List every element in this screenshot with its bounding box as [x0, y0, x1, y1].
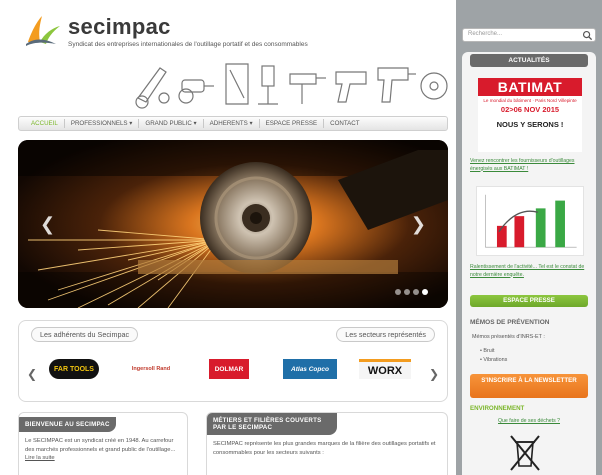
nav-professionnels[interactable]: PROFESSIONNELS ▾ [65, 120, 139, 127]
careers-title: MÉTIERS ET FILIÈRES COUVERTS PAR LE SECI… [207, 413, 337, 435]
members-carousel: Les adhérents du Secimpac Les secteurs r… [18, 320, 448, 402]
batimat-link[interactable]: Venez rencontrer les fournisseurs d'outi… [470, 158, 588, 173]
logo-worx[interactable]: WORX [359, 359, 411, 379]
logo-ingersoll-rand[interactable]: Ingersoll Rand [123, 359, 179, 379]
newsletter-button[interactable]: S'INSCRIRE À LA NEWSLETTER [470, 374, 588, 398]
prevention-item-bruit[interactable]: • Bruit [480, 347, 494, 355]
activity-link[interactable]: Ralentissement de l'activité... Tel est … [470, 264, 588, 279]
activity-chart-thumbnail[interactable] [476, 186, 584, 256]
slider-dot[interactable] [404, 289, 410, 295]
chainsaw-icon [225, 63, 249, 105]
cordless-drill-icon [377, 67, 416, 103]
tab-secteurs[interactable]: Les secteurs représentés [336, 327, 435, 342]
news-heading: ACTUALITÉS [470, 54, 588, 67]
carousel-prev-button[interactable]: ❮ [27, 367, 37, 381]
slider-dot[interactable] [413, 289, 419, 295]
welcome-box: BIENVENUE AU SECIMPAC Le SECIMPAC est un… [18, 412, 188, 475]
logo-far-tools[interactable]: FAR TOOLS [49, 359, 99, 379]
nav-espace-presse[interactable]: ESPACE PRESSE [260, 120, 323, 127]
main-nav: ACCUEIL PROFESSIONNELS ▾ GRAND PUBLIC ▾ … [18, 116, 448, 131]
grinder-sparks-image [18, 140, 448, 308]
press-button[interactable]: ESPACE PRESSE [470, 295, 588, 307]
prevention-intro: Mémos présentés d'INRS-ET : [472, 334, 545, 340]
prevention-item-vibrations[interactable]: • Vibrations [480, 356, 507, 364]
hero-slider[interactable]: ❮ ❯ [18, 140, 448, 308]
slider-prev-button[interactable]: ❮ [40, 214, 55, 235]
welcome-read-more-link[interactable]: Lire la suite [25, 455, 55, 461]
slider-next-button[interactable]: ❯ [411, 214, 426, 235]
logo-dolmar[interactable]: DOLMAR [209, 359, 249, 379]
slider-dot-active[interactable] [422, 289, 428, 295]
slider-dot[interactable] [395, 289, 401, 295]
nav-contact[interactable]: CONTACT [324, 120, 365, 127]
sprayer-icon [289, 73, 326, 104]
tagline: Syndicat des entreprises internationales… [68, 41, 308, 48]
weee-bin-icon [510, 435, 540, 471]
grinder-icon [178, 79, 214, 104]
secimpac-logo[interactable] [22, 12, 62, 48]
saw-blade-icon [420, 72, 448, 100]
prevention-heading: MÉMOS DE PRÉVENTION [470, 319, 550, 326]
batimat-banner[interactable]: BATIMAT Le mondial du bâtiment · Paris N… [478, 78, 582, 152]
nav-accueil[interactable]: ACCUEIL [25, 120, 64, 127]
nav-grand-public[interactable]: GRAND PUBLIC ▾ [139, 120, 202, 127]
careers-box: MÉTIERS ET FILIÈRES COUVERTS PAR LE SECI… [206, 412, 448, 475]
brand-name: secimpac [68, 14, 171, 39]
logo-atlas-copco[interactable]: Atlas Copco [283, 359, 337, 379]
search-input[interactable]: Recherche... [462, 28, 596, 42]
carousel-next-button[interactable]: ❯ [429, 367, 439, 381]
lawnmower-icon [135, 67, 170, 109]
welcome-text: Le SECIMPAC est un syndicat créé en 1948… [25, 438, 176, 462]
welcome-title: BIENVENUE AU SECIMPAC [19, 417, 116, 432]
search-icon[interactable] [582, 30, 593, 41]
drill-stand-icon [258, 65, 278, 105]
environment-link[interactable]: Que faire de ses déchets ? [470, 418, 588, 426]
nav-adherents[interactable]: ADHERENTS ▾ [204, 120, 259, 127]
environment-heading: ENVIRONNEMENT [470, 405, 525, 412]
slider-pagination [395, 289, 428, 295]
careers-text: SECIMPAC représente les plus grandes mar… [213, 441, 436, 456]
tab-adherents[interactable]: Les adhérents du Secimpac [31, 327, 139, 342]
search-placeholder: Recherche... [468, 31, 503, 37]
heat-gun-icon [335, 71, 367, 103]
tools-illustration [135, 63, 448, 109]
